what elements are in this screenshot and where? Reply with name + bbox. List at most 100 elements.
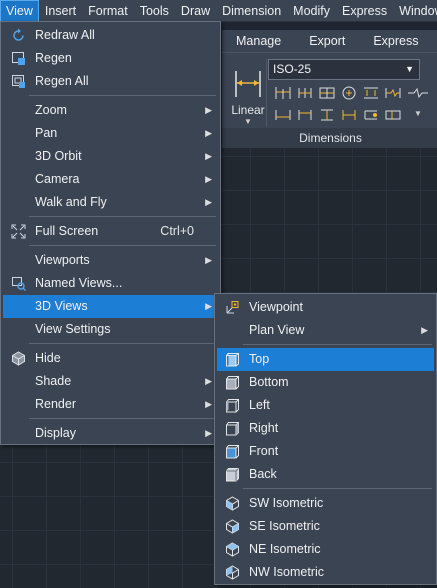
menu-item-redraw-all[interactable]: Redraw All (3, 24, 218, 47)
menu-item-hide[interactable]: Hide (3, 347, 218, 370)
menu-item-sw-isometric[interactable]: SW Isometric (217, 492, 434, 515)
redraw-icon (13, 28, 24, 41)
quick-dimension-icon[interactable] (318, 85, 336, 101)
ne-isometric-icon (226, 542, 239, 557)
sw-isometric-icon (226, 496, 239, 511)
linear-dimension-icon (235, 71, 261, 97)
reassociate-icon[interactable] (362, 107, 380, 123)
3d-views-submenu: Viewpoint Plan View ▶ Top Bottom Left Rig… (214, 293, 437, 585)
menu-item-nw-isometric[interactable]: NW Isometric (217, 561, 434, 584)
menu-item-front[interactable]: Front (217, 440, 434, 463)
chevron-right-icon: ▶ (205, 128, 212, 138)
menu-item-shade[interactable]: Shade ▶ (3, 370, 218, 393)
menu-item-render[interactable]: Render ▶ (3, 393, 218, 416)
menu-item-camera[interactable]: Camera ▶ (3, 168, 218, 191)
center-mark-icon[interactable] (340, 85, 358, 101)
menu-item-walk-and-fly[interactable]: Walk and Fly ▶ (3, 191, 218, 214)
right-view-icon (226, 422, 239, 436)
chevron-right-icon: ▶ (205, 151, 212, 161)
bottom-view-icon (226, 376, 239, 390)
regen-icon (12, 52, 25, 65)
shortcut-label: Ctrl+0 (160, 224, 194, 238)
chevron-right-icon: ▶ (205, 301, 212, 311)
divider (243, 488, 432, 489)
top-view-icon (226, 353, 239, 367)
menu-view[interactable]: View (0, 0, 39, 22)
menu-express[interactable]: Express (336, 0, 393, 22)
menu-item-regen-all[interactable]: Regen All (3, 70, 218, 93)
menu-item-regen[interactable]: Regen (3, 47, 218, 70)
front-view-icon (226, 445, 239, 459)
menu-insert[interactable]: Insert (39, 0, 82, 22)
menu-format[interactable]: Format (82, 0, 134, 22)
menu-item-view-settings[interactable]: View Settings (3, 318, 218, 341)
menu-item-left[interactable]: Left (217, 394, 434, 417)
menu-item-ne-isometric[interactable]: NE Isometric (217, 538, 434, 561)
tab-manage[interactable]: Manage (222, 30, 295, 52)
chevron-right-icon: ▶ (205, 428, 212, 438)
menu-item-plan-view[interactable]: Plan View ▶ (217, 319, 434, 342)
menu-item-3d-orbit[interactable]: 3D Orbit ▶ (3, 145, 218, 168)
dimension-jog-icon[interactable] (406, 85, 430, 101)
chevron-down-icon[interactable]: ▼ (414, 109, 422, 118)
menu-item-back[interactable]: Back (217, 463, 434, 486)
nw-isometric-icon (226, 565, 239, 580)
chevron-right-icon: ▶ (205, 376, 212, 386)
named-views-icon (12, 277, 26, 291)
viewpoint-icon (226, 301, 239, 314)
menu-dimension[interactable]: Dimension (216, 0, 287, 22)
chevron-right-icon: ▶ (205, 399, 212, 409)
full-screen-icon (11, 224, 26, 239)
view-menu: Redraw All Regen Regen All Zoom ▶ Pan ▶ 3D… (0, 21, 221, 445)
chevron-right-icon: ▶ (205, 105, 212, 115)
menu-item-viewpoint[interactable]: Viewpoint (217, 296, 434, 319)
inspect-icon[interactable] (296, 107, 314, 123)
dimension-break-icon[interactable] (384, 85, 402, 101)
baseline-dimension-icon[interactable] (274, 85, 292, 101)
back-view-icon (226, 468, 239, 482)
menu-window[interactable]: Window (393, 0, 437, 22)
dimension-space-icon[interactable] (362, 85, 380, 101)
update-dimension-icon[interactable] (318, 107, 336, 123)
chevron-down-icon: ▼ (405, 64, 414, 74)
menu-item-se-isometric[interactable]: SE Isometric (217, 515, 434, 538)
menu-tools[interactable]: Tools (134, 0, 175, 22)
menu-item-viewports[interactable]: Viewports ▶ (3, 249, 218, 272)
linear-dimension-button[interactable]: Linear ▼ (228, 61, 268, 126)
chevron-right-icon: ▶ (205, 197, 212, 207)
ribbon-tabs: Manage Export Express (222, 30, 437, 52)
oblique-icon[interactable] (274, 107, 292, 123)
menu-item-named-views[interactable]: Named Views... (3, 272, 218, 295)
hide-icon (12, 351, 25, 366)
menu-item-bottom[interactable]: Bottom (217, 371, 434, 394)
chevron-right-icon: ▶ (205, 255, 212, 265)
menu-item-right[interactable]: Right (217, 417, 434, 440)
menu-item-top[interactable]: Top (217, 348, 434, 371)
regen-all-icon (12, 75, 25, 88)
menu-modify[interactable]: Modify (287, 0, 336, 22)
menu-draw[interactable]: Draw (175, 0, 216, 22)
linear-label: Linear (231, 103, 265, 117)
chevron-down-icon[interactable]: ▼ (244, 117, 252, 126)
tolerance-icon[interactable] (384, 107, 402, 123)
tab-express[interactable]: Express (359, 30, 432, 52)
divider (29, 343, 216, 344)
chevron-right-icon: ▶ (421, 325, 428, 335)
menu-item-3d-views[interactable]: 3D Views ▶ (3, 295, 218, 318)
chevron-right-icon: ▶ (205, 174, 212, 184)
tab-export[interactable]: Export (295, 30, 359, 52)
menu-item-display[interactable]: Display ▶ (3, 422, 218, 445)
override-icon[interactable] (340, 107, 358, 123)
menu-item-pan[interactable]: Pan ▶ (3, 122, 218, 145)
continue-dimension-icon[interactable] (296, 85, 314, 101)
dim-style-select[interactable]: ISO-25 ▼ (268, 59, 420, 80)
left-view-icon (226, 399, 239, 413)
dim-style-value: ISO-25 (273, 62, 312, 76)
panel-title: Dimensions (299, 131, 362, 145)
divider (29, 245, 216, 246)
se-isometric-icon (226, 519, 239, 534)
menu-item-zoom[interactable]: Zoom ▶ (3, 99, 218, 122)
menu-item-full-screen[interactable]: Full Screen Ctrl+0 (3, 220, 218, 243)
divider (29, 95, 216, 96)
divider (29, 418, 216, 419)
